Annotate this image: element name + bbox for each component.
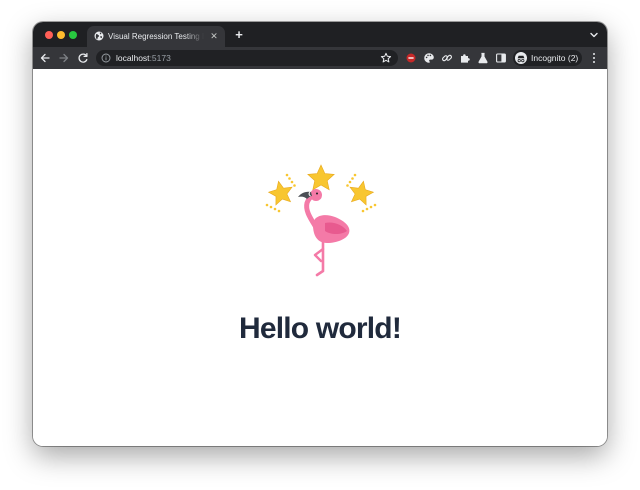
sidepanel-icon[interactable] [495, 52, 507, 64]
arrow-right-icon[interactable] [57, 51, 71, 65]
url-host: localhost [116, 53, 150, 63]
reload-icon[interactable] [76, 51, 90, 65]
star-icon-left [267, 180, 293, 206]
tab-close-icon[interactable]: ✕ [209, 31, 219, 41]
tab-strip: Visual Regression Testing Example ✕ + [33, 22, 607, 47]
puzzle-icon[interactable] [459, 52, 471, 64]
flask-icon[interactable] [477, 52, 489, 64]
arrow-left-icon[interactable] [38, 51, 52, 65]
minimize-window-button[interactable] [57, 31, 65, 39]
incognito-indicator[interactable]: Incognito (2) [513, 50, 582, 66]
flamingo-head [310, 189, 322, 201]
page-title: Hello world! [238, 312, 402, 345]
flamingo-eye [316, 192, 318, 195]
new-tab-button[interactable]: + [232, 28, 246, 42]
incognito-label: Incognito (2) [531, 53, 579, 63]
chevron-down-icon[interactable] [589, 30, 599, 40]
url-text: localhost:5173 [116, 52, 171, 64]
close-window-button[interactable] [45, 31, 53, 39]
url-port: :5173 [149, 53, 171, 63]
page-content: Hello world! [33, 69, 607, 446]
zoom-window-button[interactable] [69, 31, 77, 39]
globe-icon [94, 31, 104, 41]
kebab-menu-icon[interactable] [589, 52, 599, 64]
screenshot-stage: Visual Regression Testing Example ✕ + [0, 0, 640, 490]
star-icon-top [307, 164, 335, 191]
star-icon-right [349, 180, 375, 206]
tab-title: Visual Regression Testing Example [108, 32, 204, 41]
link-icon[interactable] [441, 52, 453, 64]
incognito-icon [515, 52, 527, 64]
tab-active[interactable]: Visual Regression Testing Example ✕ [87, 26, 225, 47]
info-icon[interactable] [101, 53, 111, 63]
flamingo-stars-illustration [265, 164, 377, 277]
palette-icon[interactable] [423, 52, 435, 64]
address-bar[interactable]: localhost:5173 [96, 50, 398, 66]
plus-icon: + [235, 27, 243, 42]
star-outline-icon[interactable] [380, 52, 392, 64]
red-extension-icon[interactable] [405, 52, 417, 64]
browser-window: Visual Regression Testing Example ✕ + [33, 22, 607, 446]
browser-toolbar: localhost:5173 Incognito (2) [33, 47, 607, 69]
